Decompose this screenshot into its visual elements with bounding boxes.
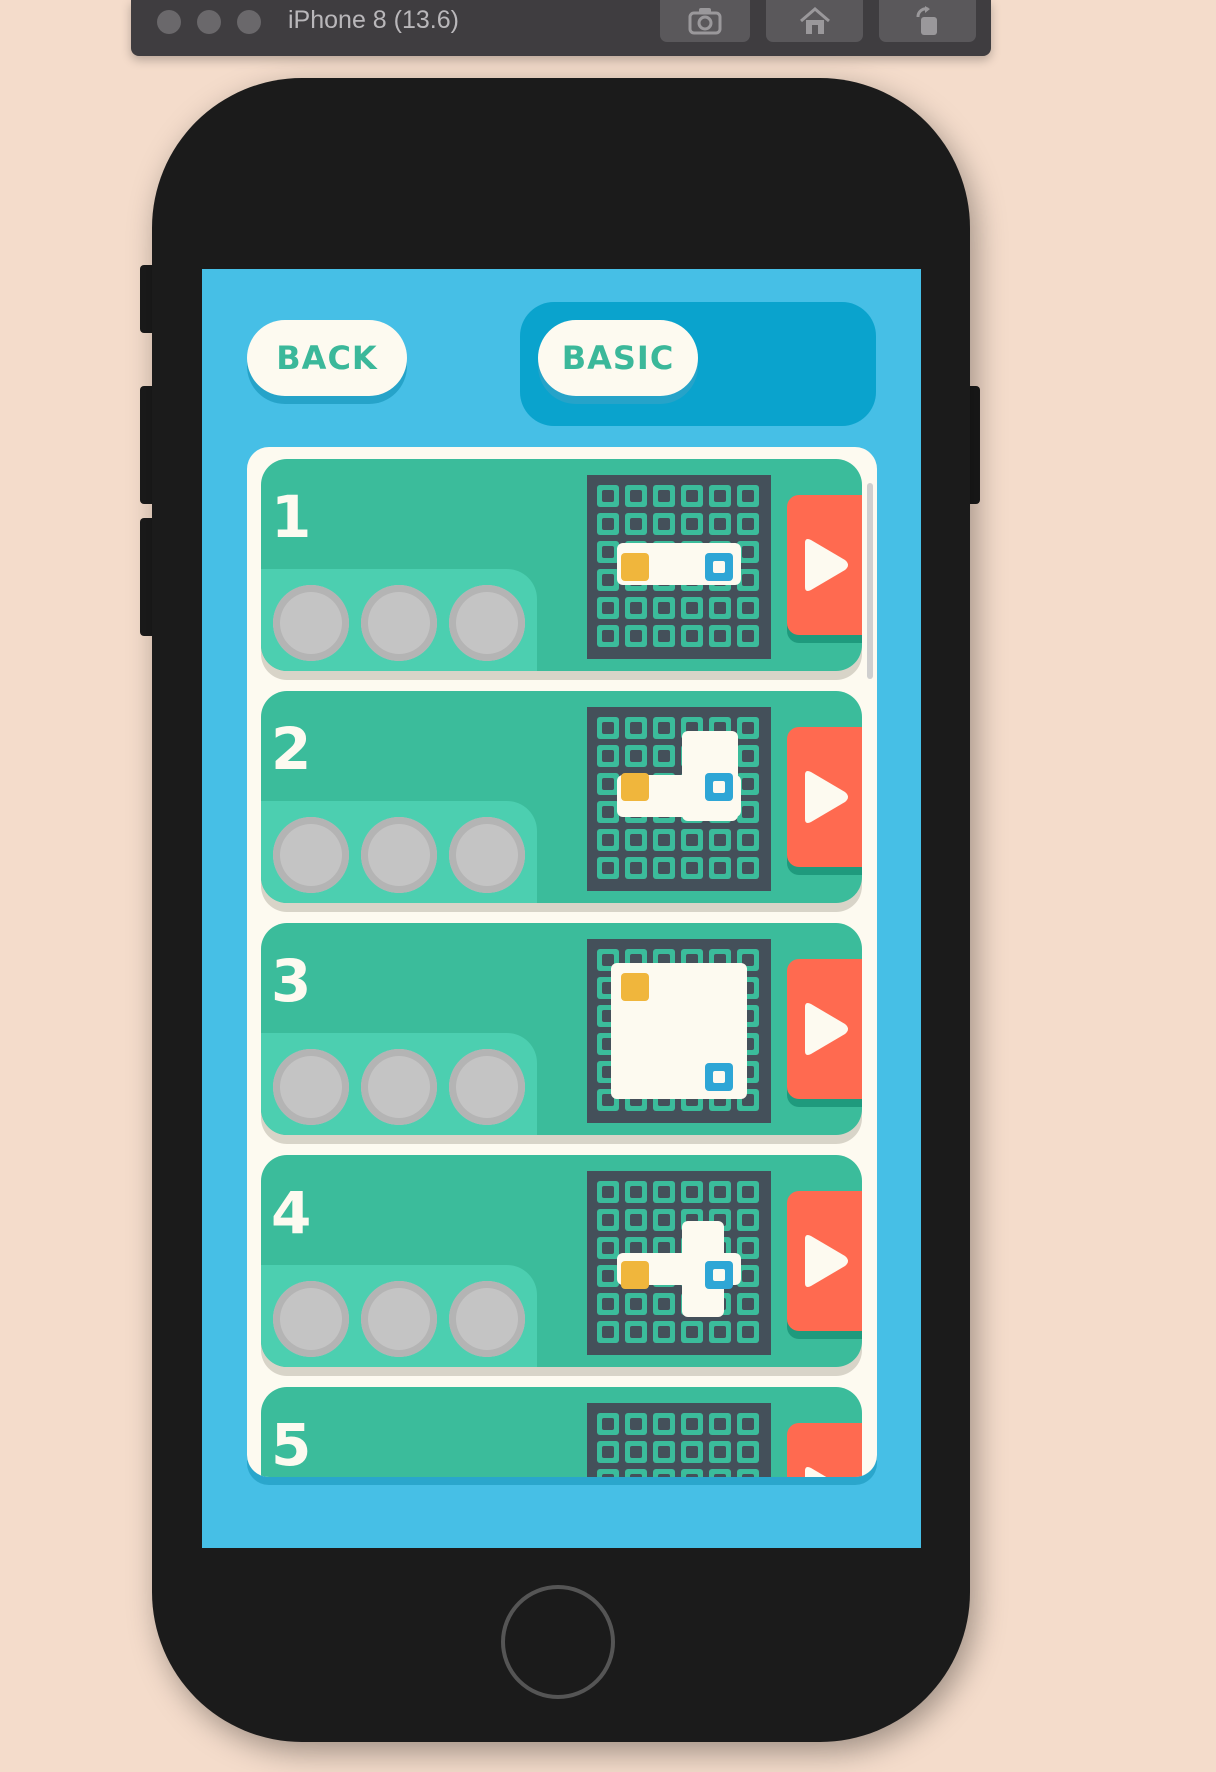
play-icon xyxy=(805,1003,848,1055)
simulator-title: iPhone 8 (13.6) xyxy=(288,6,459,34)
star-slot-icon xyxy=(361,1281,437,1357)
rotate-button[interactable] xyxy=(879,0,976,42)
puzzle-grid-icon xyxy=(587,939,771,1123)
level-card[interactable]: 4 xyxy=(261,1155,862,1367)
play-level-button[interactable] xyxy=(787,495,862,635)
star-slot-icon xyxy=(449,1049,525,1125)
level-number: 3 xyxy=(271,947,312,1015)
puzzle-grid-icon xyxy=(587,707,771,891)
star-slot-icon xyxy=(361,1049,437,1125)
star-slot-icon xyxy=(449,1281,525,1357)
level-preview-thumbnail xyxy=(587,475,771,659)
level-card[interactable]: 3 xyxy=(261,923,862,1135)
level-preview-thumbnail xyxy=(587,1403,771,1477)
simulator-toolbar: iPhone 8 (13.6) xyxy=(131,0,991,56)
home-button[interactable] xyxy=(766,0,863,42)
play-level-button[interactable] xyxy=(787,959,862,1099)
play-icon xyxy=(805,1467,827,1477)
play-level-button[interactable] xyxy=(787,1191,862,1331)
play-level-button[interactable] xyxy=(787,727,862,867)
star-slot-icon xyxy=(361,817,437,893)
puzzle-grid-icon xyxy=(587,1403,771,1477)
star-slot-icon xyxy=(449,585,525,661)
level-number: 2 xyxy=(271,715,312,783)
back-label: BACK xyxy=(276,339,378,377)
play-level-button[interactable] xyxy=(787,1423,862,1477)
window-close-button[interactable] xyxy=(157,10,181,34)
level-preview-thumbnail xyxy=(587,707,771,891)
level-number: 1 xyxy=(271,483,312,551)
puzzle-grid-icon xyxy=(587,1171,771,1355)
tab-basic[interactable]: BASIC xyxy=(538,320,698,396)
play-icon xyxy=(805,1235,848,1287)
tab-basic-label: BASIC xyxy=(561,339,675,377)
star-slot-icon xyxy=(273,1281,349,1357)
level-card[interactable]: 5 xyxy=(261,1387,862,1477)
game-screen: BACK BASIC 1 2 3 4 5 xyxy=(202,269,921,1548)
level-number: 4 xyxy=(271,1179,312,1247)
star-rating xyxy=(261,1265,537,1367)
back-button[interactable]: BACK xyxy=(247,320,407,396)
window-minimize-button[interactable] xyxy=(197,10,221,34)
screenshot-icon xyxy=(688,8,722,35)
scrollbar[interactable] xyxy=(867,483,873,679)
play-icon xyxy=(805,539,848,591)
star-slot-icon xyxy=(273,1049,349,1125)
star-rating xyxy=(261,1033,537,1135)
star-slot-icon xyxy=(273,585,349,661)
rotate-icon xyxy=(916,6,937,35)
level-card[interactable]: 2 xyxy=(261,691,862,903)
level-preview-thumbnail xyxy=(587,939,771,1123)
level-preview-thumbnail xyxy=(587,1171,771,1355)
star-slot-icon xyxy=(449,817,525,893)
home-icon xyxy=(799,7,830,34)
play-icon xyxy=(805,771,848,823)
puzzle-grid-icon xyxy=(587,475,771,659)
screenshot-button[interactable] xyxy=(660,0,750,42)
star-rating xyxy=(261,569,537,671)
level-card[interactable]: 1 xyxy=(261,459,862,671)
window-zoom-button[interactable] xyxy=(237,10,261,34)
level-number: 5 xyxy=(271,1411,312,1477)
home-hardware-button[interactable] xyxy=(501,1585,615,1699)
star-slot-icon xyxy=(361,585,437,661)
star-rating xyxy=(261,801,537,903)
level-list[interactable]: 1 2 3 4 5 xyxy=(247,447,877,1477)
star-slot-icon xyxy=(273,817,349,893)
